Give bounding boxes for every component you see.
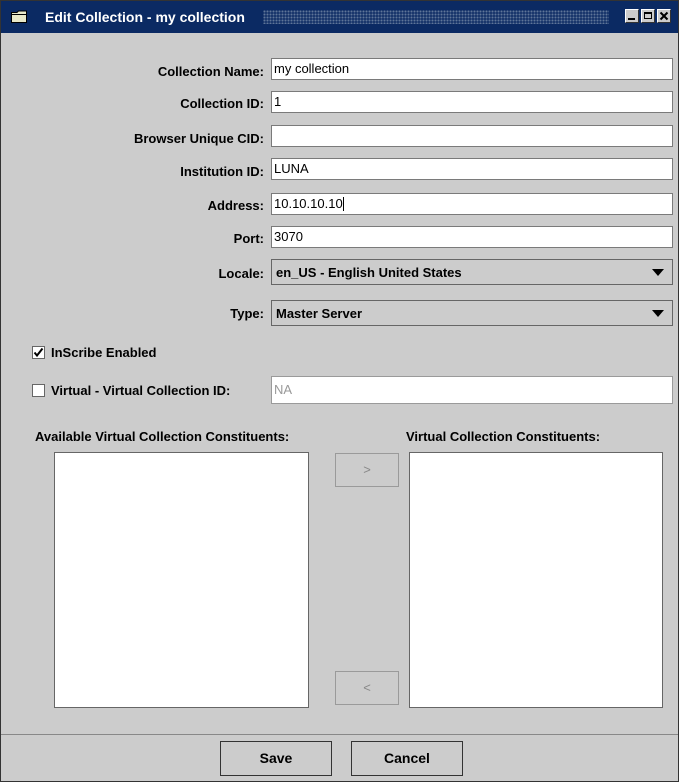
locale-label: Locale: [218,266,264,281]
minimize-icon[interactable] [625,9,639,23]
divider [1,734,678,735]
close-icon[interactable] [657,9,671,23]
dropdown-arrow-icon[interactable] [652,310,664,317]
type-selected-value: Master Server [276,306,362,321]
edit-collection-dialog: Edit Collection - my collection Collecti… [0,0,679,782]
cancel-button[interactable]: Cancel [351,741,463,776]
collection-id-label: Collection ID: [180,96,264,111]
port-label: Port: [233,231,264,246]
browser-unique-cid-field[interactable] [271,125,673,147]
text-cursor [342,197,344,211]
inscribe-enabled-checkbox[interactable] [32,346,45,359]
institution-id-label: Institution ID: [180,164,264,179]
available-constituents-list[interactable] [54,452,309,708]
port-field[interactable]: 3070 [271,226,673,248]
constituents-label: Virtual Collection Constituents: [406,429,601,444]
collection-name-label: Collection Name: [157,64,264,79]
dropdown-arrow-icon[interactable] [652,269,664,276]
type-label: Type: [230,306,264,321]
inscribe-enabled-label: InScribe Enabled [51,345,157,360]
locale-select[interactable]: en_US - English United States [271,259,673,285]
type-select[interactable]: Master Server [271,300,673,326]
maximize-icon[interactable] [641,9,655,23]
constituents-list[interactable] [409,452,663,708]
virtual-collection-id-label: Virtual - Virtual Collection ID: [51,383,231,398]
browser-unique-cid-label: Browser Unique CID: [133,131,264,146]
title-bar[interactable]: Edit Collection - my collection [1,1,678,33]
address-value: 10.10.10.10 [274,196,343,211]
title-bar-pattern [263,10,609,24]
locale-selected-value: en_US - English United States [276,265,462,280]
window-title: Edit Collection - my collection [45,9,245,25]
remove-constituent-button[interactable]: < [335,671,399,705]
collection-name-field[interactable]: my collection [271,58,673,80]
available-constituents-label: Available Virtual Collection Constituent… [35,429,290,444]
address-label: Address: [207,198,264,213]
folder-icon [11,10,27,23]
add-constituent-button[interactable]: > [335,453,399,487]
virtual-checkbox[interactable] [32,384,45,397]
virtual-collection-id-field[interactable]: NA [271,376,673,404]
save-button[interactable]: Save [220,741,332,776]
checkmark-icon [33,347,44,358]
collection-id-field[interactable]: 1 [271,91,673,113]
address-field[interactable]: 10.10.10.10 [271,193,673,215]
institution-id-field[interactable]: LUNA [271,158,673,180]
